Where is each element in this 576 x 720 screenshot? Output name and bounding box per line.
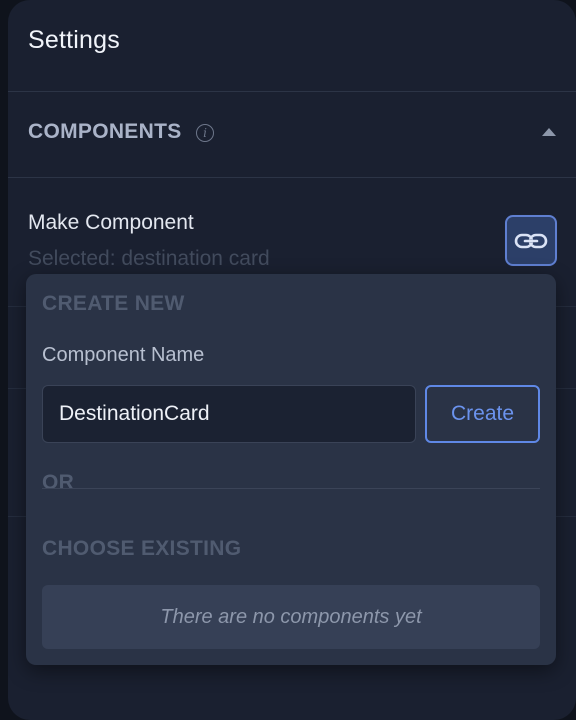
components-section-header[interactable]: COMPONENTS i bbox=[28, 120, 556, 148]
or-label: OR bbox=[42, 471, 75, 494]
link-icon bbox=[514, 233, 548, 248]
panel-title: Settings bbox=[28, 26, 120, 54]
existing-components-list: There are no components yet bbox=[42, 585, 540, 649]
selected-element-text: Selected: destination card bbox=[28, 247, 270, 270]
empty-state-message: There are no components yet bbox=[160, 605, 422, 628]
create-button[interactable]: Create bbox=[425, 385, 540, 443]
make-component-title: Make Component bbox=[28, 211, 194, 234]
choose-existing-heading: CHOOSE EXISTING bbox=[42, 537, 242, 560]
create-new-heading: CREATE NEW bbox=[42, 292, 185, 315]
or-divider bbox=[42, 488, 540, 489]
settings-panel: Settings COMPONENTS i Make Component Sel… bbox=[8, 0, 576, 720]
divider bbox=[8, 91, 576, 92]
make-component-popover: CREATE NEW Component Name Create OR CHOO… bbox=[26, 274, 556, 665]
section-title: COMPONENTS bbox=[28, 120, 182, 143]
divider bbox=[8, 177, 576, 178]
caret-up-icon[interactable] bbox=[542, 128, 556, 136]
make-component-button[interactable] bbox=[505, 215, 557, 266]
component-name-label: Component Name bbox=[42, 344, 205, 366]
component-name-input[interactable] bbox=[42, 385, 416, 443]
info-icon[interactable]: i bbox=[196, 124, 214, 142]
